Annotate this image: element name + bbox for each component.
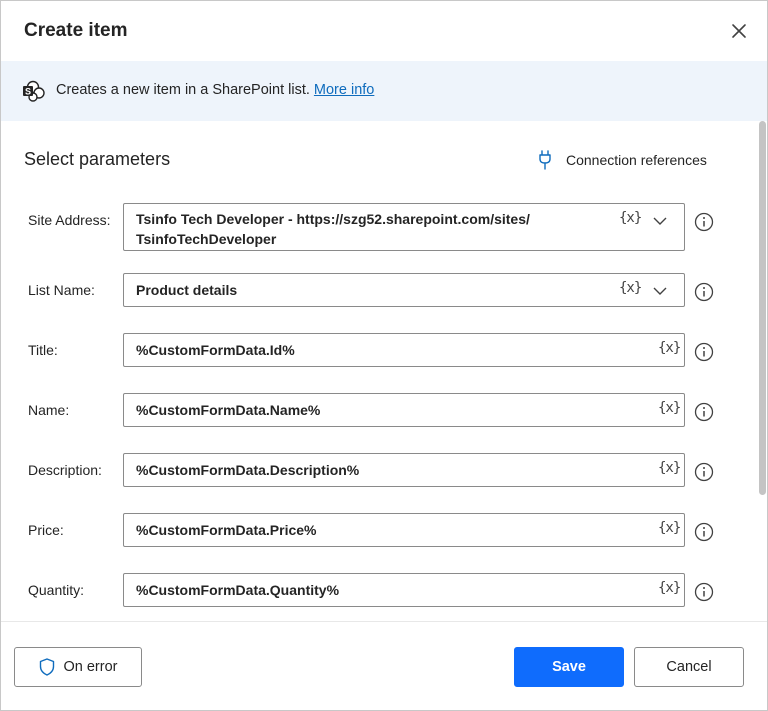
- site-address-chevron-down-icon[interactable]: [653, 214, 667, 228]
- price-variable-button[interactable]: {x}: [658, 520, 681, 536]
- list-name-variable-button[interactable]: {x}: [619, 280, 642, 296]
- scrollbar-thumb[interactable]: [759, 121, 766, 495]
- title-variable-button[interactable]: {x}: [658, 340, 681, 356]
- sharepoint-icon: S: [23, 80, 45, 102]
- close-button[interactable]: [727, 19, 751, 43]
- description-info-icon[interactable]: [694, 462, 714, 482]
- name-value: %CustomFormData.Name%: [136, 402, 321, 418]
- name-info-icon[interactable]: [694, 402, 714, 422]
- description-value: %CustomFormData.Description%: [136, 462, 360, 478]
- section-title: Select parameters: [24, 149, 171, 169]
- create-item-dialog: Create item S Creates a new item in a Sh…: [0, 0, 768, 711]
- site-address-info-icon[interactable]: [694, 212, 714, 232]
- footer-divider: [1, 621, 767, 622]
- description-label: Description:: [28, 462, 102, 478]
- site-address-label: Site Address:: [28, 212, 111, 228]
- scrollbar[interactable]: [758, 121, 767, 621]
- list-name-dropdown[interactable]: Product details {x}: [123, 273, 685, 307]
- dialog-header: Create item: [1, 1, 767, 61]
- price-value: %CustomFormData.Price%: [136, 522, 317, 538]
- info-text: Creates a new item in a SharePoint list.…: [56, 82, 374, 98]
- close-icon: [732, 24, 746, 38]
- quantity-variable-button[interactable]: {x}: [658, 580, 681, 596]
- site-address-value-line2: TsinfoTechDeveloper: [136, 231, 277, 247]
- price-info-icon[interactable]: [694, 522, 714, 542]
- on-error-button[interactable]: On error: [14, 647, 142, 687]
- dialog-title: Create item: [24, 20, 128, 41]
- quantity-value: %CustomFormData.Quantity%: [136, 582, 340, 598]
- title-info-icon[interactable]: [694, 342, 714, 362]
- plug-icon: [539, 150, 551, 170]
- title-label: Title:: [28, 342, 58, 358]
- svg-text:S: S: [25, 87, 31, 97]
- price-input[interactable]: %CustomFormData.Price% {x}: [123, 513, 685, 547]
- list-name-chevron-down-icon[interactable]: [653, 284, 667, 298]
- connection-references-button[interactable]: Connection references: [538, 148, 707, 172]
- title-input[interactable]: %CustomFormData.Id% {x}: [123, 333, 685, 367]
- connection-references-label: Connection references: [566, 152, 707, 168]
- site-address-dropdown[interactable]: Tsinfo Tech Developer - https://szg52.sh…: [123, 203, 685, 251]
- title-value: %CustomFormData.Id%: [136, 342, 295, 358]
- shield-icon: [39, 658, 54, 676]
- save-button[interactable]: Save: [514, 647, 624, 687]
- info-description: Creates a new item in a SharePoint list.: [56, 82, 310, 98]
- list-name-label: List Name:: [28, 282, 95, 298]
- name-input[interactable]: %CustomFormData.Name% {x}: [123, 393, 685, 427]
- quantity-info-icon[interactable]: [694, 582, 714, 602]
- description-variable-button[interactable]: {x}: [658, 460, 681, 476]
- name-variable-button[interactable]: {x}: [658, 400, 681, 416]
- quantity-label: Quantity:: [28, 582, 85, 598]
- on-error-label: On error: [63, 659, 118, 675]
- quantity-input[interactable]: %CustomFormData.Quantity% {x}: [123, 573, 685, 607]
- site-address-variable-button[interactable]: {x}: [619, 210, 642, 226]
- name-label: Name:: [28, 402, 70, 418]
- cancel-button[interactable]: Cancel: [634, 647, 744, 687]
- site-address-value-line1: Tsinfo Tech Developer - https://szg52.sh…: [136, 211, 530, 227]
- price-label: Price:: [28, 522, 64, 538]
- list-name-info-icon[interactable]: [694, 282, 714, 302]
- description-input[interactable]: %CustomFormData.Description% {x}: [123, 453, 685, 487]
- more-info-link[interactable]: More info: [314, 82, 374, 98]
- list-name-value: Product details: [136, 282, 238, 298]
